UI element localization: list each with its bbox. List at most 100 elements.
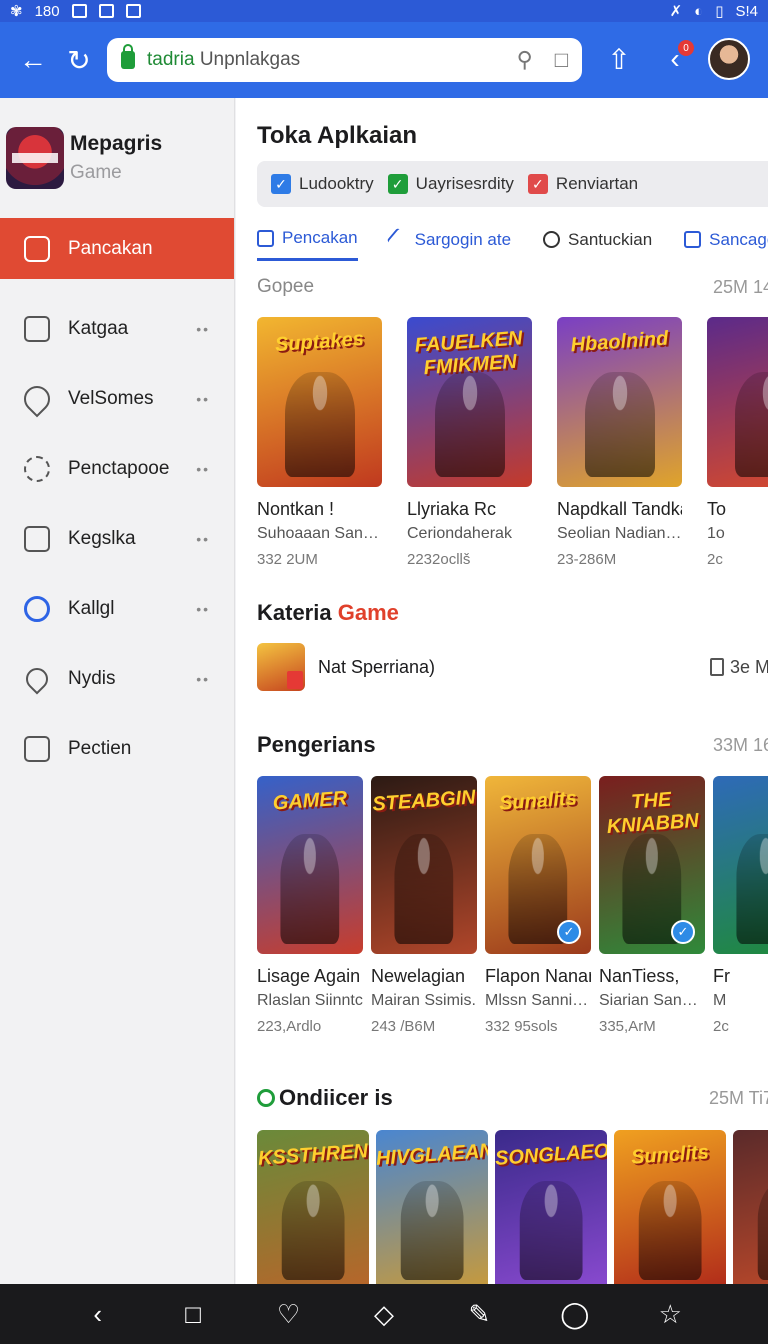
tab-sancago[interactable]: Sancago [684,228,768,261]
notification-badge: 0 [678,40,694,56]
nav-edit-button[interactable]: ✎ [457,1292,501,1336]
square-icon [257,229,274,247]
game-thumbnail: KSSTHREN [257,1130,369,1284]
nav-diamond-button[interactable]: ◇ [362,1292,406,1336]
more-horiz-icon[interactable]: •• [196,391,210,407]
game-card[interactable]: To 1o 2c [707,317,768,568]
game-thumbnail: STEABGIN [371,776,477,954]
sidebar-item-velsomes[interactable]: VelSomes •• [0,364,234,434]
brand[interactable]: Mepagris Game [0,98,234,218]
game-title: Newelagian [371,966,466,986]
notifications-button[interactable]: ‹ 0 [652,36,698,82]
sidebar-item-pancakan[interactable]: Pancakan [0,218,234,279]
game-publisher: Mlssn Sannia.... [485,992,591,1009]
game-card[interactable]: Sunclits [614,1130,726,1284]
nav-back-button[interactable]: ‹ [76,1292,120,1336]
thumbnail-title: Suptakes [274,327,365,357]
game-publisher: Siarian Sannan... [599,992,705,1009]
more-horiz-icon[interactable]: •• [196,321,210,337]
game-card[interactable]: STEABGIN Newelagian Mairan Ssimis. 243 /B6M [371,776,477,1035]
game-publisher: Ceriondaherak [407,525,512,542]
character-figure [280,833,340,944]
game-downloads: 2232ocllš [407,551,471,568]
game-card[interactable]: HIVGLAEAN [376,1130,488,1284]
game-title: Llyriaka Rc [407,499,497,519]
notification-status-icon [71,4,87,18]
category-item[interactable]: Nat Sperriana) 3e Mus [257,642,768,692]
sidebar-item-penctapooe[interactable]: Penctapooe •• [0,434,234,504]
game-title: Lisage Again [257,966,361,986]
section-count: 25M 14 [712,276,768,297]
wifi-status-icon: ◐ [694,2,704,20]
sidebar-item-pectien[interactable]: Pectien [0,714,234,784]
character-figure [519,1180,583,1280]
more-horiz-icon[interactable]: •• [196,601,210,617]
games-row: Suptakes Nontkan ! Suhoaaan Sannens 332 2UM… [257,317,768,568]
thumbnail-title: KSSTHREN [257,1140,369,1170]
pin-icon [18,380,56,418]
game-card[interactable]: GAMER Lisage Again Rlaslan Siinntc 223,Ardl… [257,776,363,1035]
sidebar-item-label: Kegslka [68,528,136,549]
more-horiz-icon[interactable]: •• [196,531,210,547]
share-icon [684,231,702,248]
chevron-left-icon: ‹ [93,1298,103,1329]
tab-sargogin-ate[interactable]: Sargogin ate [386,227,511,261]
nav-star-button[interactable]: ☆ [648,1292,692,1336]
edit-icon: ✎ [468,1298,491,1329]
game-card[interactable]: Fr M 2c [713,776,768,1035]
tab-santuckian[interactable]: Santuckian [543,228,652,261]
game-thumbnail: THE KNIABBN ✓ [599,776,705,954]
game-card[interactable]: KSSTHREN [257,1130,369,1284]
avatar[interactable] [708,38,750,80]
lock-icon [121,44,135,69]
game-thumbnail: Suptakes [257,317,382,487]
sidebar-item-nydis[interactable]: Nydis •• [0,644,234,714]
game-thumbnail: GAMER [257,776,363,954]
game-publisher: M [713,992,727,1009]
section-count: 25M Ti7 [708,1087,768,1108]
filter-chip[interactable]: ✓ Renviartan [527,174,638,194]
category-item-right[interactable]: 3e Mus [709,657,768,678]
game-card[interactable]: Suptakes Nontkan ! Suhoaaan Sannens 332 2UM [257,317,382,568]
filter-chip[interactable]: ✓ Uayrisesrdity [387,174,514,194]
sidebar-nav: Pancakan Katgaa •• VelSomes •• Penctapooe •• Ke… [0,218,234,784]
arrow-left-icon: ← [19,44,47,75]
back-button[interactable]: ← [10,37,56,83]
game-card[interactable]: Hbaolnind Napdkall Tandka Seolian Nadian M… [557,317,682,568]
game-card[interactable]: THE KNIABBN ✓ NanTiess, Siarian Sannan... 33… [599,776,705,1035]
more-horiz-icon[interactable]: •• [196,461,210,477]
filter-chip[interactable]: ✓ Ludooktry [271,174,374,194]
tab-pencakan[interactable]: Pencakan [257,228,358,261]
nav-explore-button[interactable]: ◯ [553,1292,597,1336]
character-figure [584,371,655,477]
game-card[interactable]: SONGLAEON [495,1130,607,1284]
share-button[interactable]: ⇧ [596,36,642,82]
settings-status-icon: ✾ [10,3,23,20]
sidebar-item-katgaa[interactable]: Katgaa •• [0,294,234,364]
character-figure [736,833,768,944]
url-bar[interactable]: tadria Unpnlakgas ⚲ □ [107,38,582,82]
game-card[interactable]: Sunalits ✓ Flapon Nanan Mlssn Sannia.... 332… [485,776,591,1035]
search-icon[interactable]: ⚲ [517,47,533,73]
game-card[interactable] [733,1130,768,1284]
check-status-icon [125,4,141,18]
more-horiz-icon[interactable]: •• [196,671,210,687]
battery-status-text: S!4 [735,2,758,20]
sidebar-item-kallgl[interactable]: Kallgl •• [0,574,234,644]
chip-label: Ludooktry [299,174,374,193]
circle-icon [24,596,50,622]
game-card[interactable]: FAUELKEN FMIKMEN Llyriaka Rc Ceriondaherak… [407,317,532,568]
reload-button[interactable]: ↻ [56,37,102,83]
pencil-icon [386,227,411,252]
system-nav-bar: ‹ □ ♡ ◇ ✎ ◯ ☆ [0,1284,768,1344]
verified-check-icon: ✓ [671,920,695,944]
nav-favorite-button[interactable]: ♡ [267,1292,311,1336]
sidebar-item-kegslka[interactable]: Kegslka •• [0,504,234,574]
brand-logo [6,127,64,189]
game-downloads: 243 /B6M [371,1018,436,1035]
nav-home-button[interactable]: □ [171,1292,215,1336]
tab-square-icon[interactable]: □ [555,47,568,73]
thumbnail-title: STEABGIN [371,786,477,816]
game-publisher: Seolian Nadian Meelalaak [557,525,682,542]
folder-icon [24,316,50,342]
